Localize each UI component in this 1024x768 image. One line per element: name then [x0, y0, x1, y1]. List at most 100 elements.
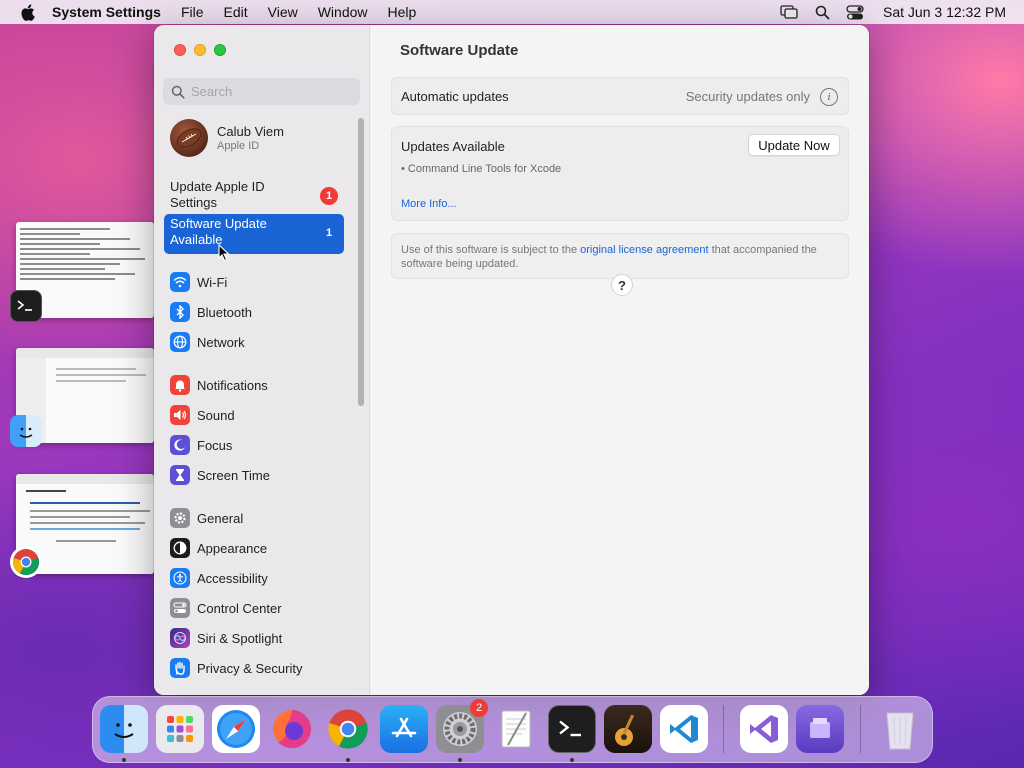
- notice-label: Software Update Available: [170, 216, 267, 247]
- minimize-button[interactable]: [194, 44, 206, 56]
- finder-icon: [10, 415, 42, 447]
- dock-launchpad-icon[interactable]: [156, 705, 204, 753]
- sidebar-item-sound[interactable]: Sound: [170, 405, 235, 425]
- content-pane: Software Update Automatic updates Securi…: [371, 25, 869, 695]
- automatic-updates-value: Security updates only: [685, 89, 810, 104]
- automatic-updates-label: Automatic updates: [401, 89, 509, 104]
- sidebar-item-siri-spotlight[interactable]: Siri & Spotlight: [170, 628, 282, 648]
- accessibility-icon: [170, 568, 190, 588]
- more-info-link[interactable]: More Info...: [401, 198, 457, 210]
- sidebar-item-label: Privacy & Security: [197, 660, 303, 676]
- notification-badge: 1: [325, 227, 333, 239]
- dock-textedit-icon[interactable]: [492, 705, 540, 753]
- update-item: • Command Line Tools for Xcode: [401, 163, 562, 175]
- dock-app-icon[interactable]: [796, 705, 844, 753]
- menu-app-name[interactable]: System Settings: [52, 4, 161, 20]
- siri-icon: [170, 628, 190, 648]
- sidebar-item-notifications[interactable]: Notifications: [170, 375, 268, 395]
- menu-view[interactable]: View: [268, 4, 298, 20]
- sidebar-item-accessibility[interactable]: Accessibility: [170, 568, 268, 588]
- page-title: Software Update: [400, 42, 519, 59]
- updates-available-title: Updates Available: [401, 139, 505, 154]
- sidebar-item-wifi[interactable]: Wi-Fi: [170, 272, 227, 292]
- bluetooth-icon: [170, 302, 190, 322]
- globe-icon: [170, 332, 190, 352]
- menu-edit[interactable]: Edit: [224, 4, 248, 20]
- close-button[interactable]: [174, 44, 186, 56]
- automatic-updates-row: Automatic updates Security updates only …: [391, 77, 849, 115]
- sidebar-item-label: Screen Time: [197, 467, 270, 483]
- dock-system-settings-icon[interactable]: 2: [436, 699, 488, 753]
- terminal-icon: [10, 290, 42, 322]
- dock-chrome-icon[interactable]: [324, 705, 372, 753]
- wifi-icon: [170, 272, 190, 292]
- sidebar-item-software-update[interactable]: Software Update Available 1: [164, 214, 344, 254]
- sidebar-item-label: Notifications: [197, 377, 268, 393]
- bell-icon: [170, 375, 190, 395]
- dock-visual-studio-icon[interactable]: [740, 705, 788, 753]
- search-icon: [171, 85, 185, 99]
- info-icon[interactable]: i: [820, 88, 838, 106]
- appearance-icon: [170, 538, 190, 558]
- apple-logo-icon[interactable]: [18, 3, 36, 21]
- sidebar-item-screen-time[interactable]: Screen Time: [170, 465, 270, 485]
- account-name: Calub Viem: [217, 124, 284, 139]
- dock-trash-icon[interactable]: [876, 705, 924, 753]
- control-center-icon: [170, 598, 190, 618]
- sidebar-item-focus[interactable]: Focus: [170, 435, 232, 455]
- update-now-button[interactable]: Update Now: [748, 134, 840, 156]
- screen-mirroring-icon[interactable]: [780, 3, 798, 21]
- sidebar-item-privacy-security[interactable]: Privacy & Security: [170, 658, 302, 678]
- sidebar-item-bluetooth[interactable]: Bluetooth: [170, 302, 252, 322]
- hourglass-icon: [170, 465, 190, 485]
- window-controls: [174, 44, 234, 56]
- menu-help[interactable]: Help: [388, 4, 417, 20]
- avatar: [170, 119, 208, 157]
- system-settings-window: Calub Viem Apple ID Update Apple ID Sett…: [154, 25, 869, 695]
- spotlight-search-icon[interactable]: [813, 3, 831, 21]
- dock: 2: [92, 696, 933, 763]
- sidebar-item-network[interactable]: Network: [170, 332, 245, 352]
- mouse-cursor-icon: [218, 243, 230, 265]
- dock-finder-icon[interactable]: [100, 705, 148, 753]
- help-button[interactable]: ?: [611, 274, 633, 296]
- zoom-button[interactable]: [214, 44, 226, 56]
- dock-app-store-icon[interactable]: [380, 705, 428, 753]
- gear-icon: [170, 508, 190, 528]
- license-agreement-link[interactable]: original license agreement: [580, 244, 708, 256]
- dock-garageband-icon[interactable]: [604, 705, 652, 753]
- sidebar-scrollbar[interactable]: [358, 118, 364, 406]
- sidebar-item-label: General: [197, 510, 244, 526]
- search-field[interactable]: [163, 78, 360, 105]
- menu-bar: System Settings File Edit View Window He…: [0, 0, 1024, 24]
- account-subtitle: Apple ID: [217, 140, 260, 152]
- license-text: Use of this software is subject to the o…: [401, 243, 841, 271]
- sidebar-item-label: Sound: [197, 407, 235, 423]
- updates-available-card: Updates Available • Command Line Tools f…: [391, 126, 849, 221]
- dock-safari-icon[interactable]: [212, 705, 260, 753]
- sidebar-item-label: Siri & Spotlight: [197, 630, 283, 646]
- sidebar-item-control-center[interactable]: Control Center: [170, 598, 282, 618]
- dock-vscode-icon[interactable]: [660, 705, 708, 753]
- license-prefix: Use of this software is subject to the: [401, 244, 581, 256]
- sidebar-item-appearance[interactable]: Appearance: [170, 538, 267, 558]
- menu-file[interactable]: File: [181, 4, 204, 20]
- notification-badge: 1: [320, 187, 338, 205]
- sidebar-item-label: Bluetooth: [197, 304, 252, 320]
- license-card: Use of this software is subject to the o…: [391, 233, 849, 279]
- speaker-icon: [170, 405, 190, 425]
- sidebar-item-update-apple-id[interactable]: Update Apple ID Settings 1: [164, 177, 344, 213]
- dock-terminal-icon[interactable]: [548, 705, 596, 753]
- menu-clock[interactable]: Sat Jun 3 12:32 PM: [883, 4, 1006, 20]
- chrome-icon: [10, 546, 42, 578]
- search-input[interactable]: [191, 84, 351, 99]
- apple-id-account[interactable]: Calub Viem Apple ID: [170, 119, 284, 157]
- menu-window[interactable]: Window: [318, 4, 368, 20]
- sidebar-item-general[interactable]: General: [170, 508, 243, 528]
- dock-badge: 2: [470, 699, 488, 717]
- dock-firefox-icon[interactable]: [268, 705, 316, 753]
- sidebar-item-label: Focus: [197, 437, 233, 453]
- control-center-icon[interactable]: [846, 3, 864, 21]
- notice-label: Update Apple ID Settings: [170, 179, 265, 210]
- menu-extras: Sat Jun 3 12:32 PM: [780, 0, 1024, 24]
